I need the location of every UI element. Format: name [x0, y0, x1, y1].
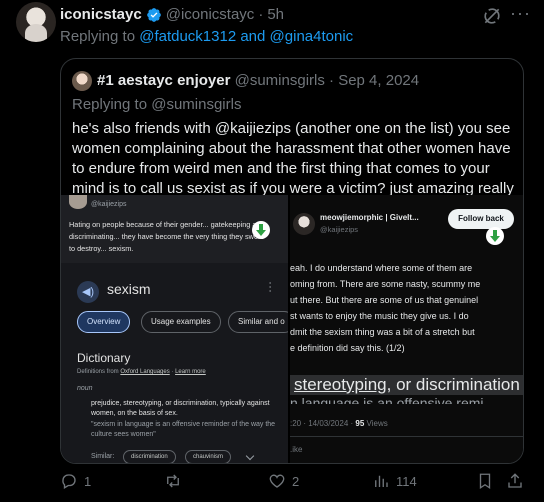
verified-badge-icon: [146, 7, 161, 22]
definitions-source: Definitions from Oxford Languages · Lear…: [77, 369, 206, 375]
bookmark-button[interactable]: [476, 472, 494, 490]
tab-overview: Overview: [77, 311, 131, 333]
tab-similar: Similar and o: [228, 311, 288, 333]
excerpt-display-name: meowjiemorphic | GiveIt...: [320, 213, 419, 222]
excerpt-body: eah. I do understand where some of them …: [290, 260, 522, 356]
quoted-date[interactable]: Sep 4, 2024: [338, 72, 419, 89]
excerpt-avatar: [293, 213, 315, 235]
download-icon[interactable]: [252, 221, 270, 239]
part-of-speech: noun: [77, 385, 93, 392]
definition-text: prejudice, stereotyping, or discriminati…: [91, 400, 270, 417]
dictionary-card: ◀) sexism ··· Overview Usage examples Si…: [61, 263, 288, 463]
excerpt-views-count: 95: [355, 419, 365, 428]
reply-button[interactable]: 1: [60, 472, 91, 490]
quoted-handle[interactable]: @suminsgirls: [235, 72, 325, 89]
display-name[interactable]: iconicstayc: [60, 6, 142, 23]
quoted-tweet-header: #1 aestayc enjoyer @suminsgirls · Sep 4,…: [97, 72, 419, 89]
quoted-tweet-text: he's also friends with @kaijiezips (anot…: [72, 120, 514, 197]
more-icon: ···: [264, 281, 278, 293]
similar-label: Similar:: [91, 453, 115, 460]
excerpt-handle: @kaijiezips: [91, 201, 127, 208]
similar-chip-discrimination: discrimination: [123, 450, 176, 463]
separator: ·: [258, 6, 264, 23]
defs-separator: ·: [171, 369, 174, 375]
action-bar: 1 2 114: [60, 472, 530, 496]
grok-icon[interactable]: [482, 6, 502, 26]
reply-icon: [62, 474, 76, 489]
timestamp[interactable]: 5h: [267, 6, 284, 23]
excerpt-body: Hating on people because of their gender…: [69, 220, 265, 253]
quoted-author-avatar[interactable]: [72, 71, 92, 91]
download-icon[interactable]: [486, 227, 504, 245]
like-count: 2: [292, 473, 300, 489]
like-button[interactable]: 2: [268, 472, 299, 490]
excerpt-handle: @kaijiezips: [320, 225, 359, 234]
reply-count: 1: [84, 473, 92, 489]
repost-icon: [167, 474, 179, 488]
excerpt-avatar: [69, 195, 87, 209]
replying-to: Replying to @fatduck1312 and @gina4tonic: [60, 28, 353, 45]
views-icon: [375, 475, 388, 487]
speaker-icon: ◀): [77, 281, 99, 303]
quoted-separator: ·: [329, 72, 335, 89]
stereotyping-word: stereotyping: [294, 375, 387, 394]
learn-more-link: Learn more: [175, 369, 206, 375]
handle[interactable]: @iconicstayc: [166, 6, 255, 23]
embedded-definition-crop-line2: n language is an offensive remi: [290, 396, 484, 404]
excerpt-line: oming from. There are some nasty, scummy…: [290, 279, 481, 289]
more-icon[interactable]: ···: [510, 4, 530, 26]
repost-button[interactable]: [164, 472, 188, 490]
chevron-down-icon: [245, 451, 255, 461]
like-icon: [269, 474, 285, 488]
defs-prefix: Definitions from: [77, 369, 119, 375]
excerpt-line: eah. I do understand where some of them …: [290, 263, 473, 273]
excerpt-meta: :20 · 14/03/2024 · 95 Views: [290, 419, 388, 428]
similar-chip-chauvinism: chauvinism: [185, 450, 232, 463]
attached-images: @kaijiezips Hating on people because of …: [61, 195, 523, 463]
views-count: 114: [396, 473, 417, 489]
tweet-header: iconicstayc @iconicstayc · 5h: [60, 6, 284, 23]
excerpt-line: ut there. But there are some of us that …: [290, 295, 479, 305]
defs-source: Oxford Languages: [120, 369, 170, 375]
crop-rest: , or discrimination: [386, 375, 520, 394]
bookmark-icon: [479, 473, 491, 490]
excerpt-line: e definition did say this. (1/2): [290, 343, 405, 353]
excerpt-time: :20 · 14/03/2024 ·: [290, 419, 354, 428]
quoted-tweet-card[interactable]: #1 aestayc enjoyer @suminsgirls · Sep 4,…: [60, 58, 524, 464]
image-dictionary-screenshot[interactable]: @kaijiezips Hating on people because of …: [61, 195, 288, 463]
share-icon: [508, 473, 522, 488]
quoted-display-name[interactable]: #1 aestayc enjoyer: [97, 72, 230, 89]
excerpt-views-label: Views: [366, 419, 388, 428]
example-text: "sexism in language is an offensive remi…: [91, 421, 276, 438]
replying-prefix: Replying to: [60, 28, 136, 45]
dictionary-title: Dictionary: [77, 351, 131, 365]
excerpt-line: st wants to enjoy the music they give us…: [290, 311, 469, 321]
views-button[interactable]: 114: [372, 472, 417, 490]
excerpt-line: dmit the sexism thing was a bit of a str…: [290, 327, 475, 337]
follow-back-button: Follow back: [448, 209, 514, 229]
excerpt-like: .ike: [290, 445, 303, 454]
divider: [290, 436, 523, 437]
dictionary-term: sexism: [107, 281, 151, 297]
quoted-replying-to: Replying to @suminsgirls: [72, 96, 242, 113]
author-avatar[interactable]: [16, 2, 56, 42]
tab-usage-examples: Usage examples: [141, 311, 221, 333]
image-tweet-screenshot[interactable]: meowjiemorphic | GiveIt... @kaijiezips F…: [290, 195, 523, 463]
embedded-definition-crop: stereotyping, or discrimination: [290, 375, 523, 395]
replying-users-link[interactable]: @fatduck1312 and @gina4tonic: [139, 28, 353, 45]
share-button[interactable]: [506, 472, 524, 490]
